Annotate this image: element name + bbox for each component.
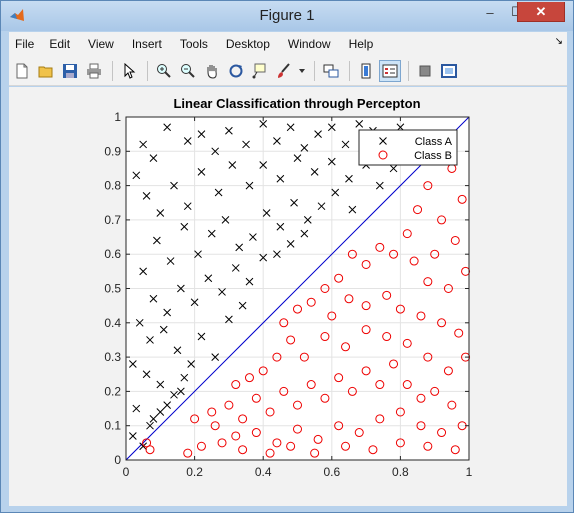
zoom-in-button[interactable] [153, 60, 175, 82]
link-plot-button[interactable] [320, 60, 342, 82]
insert-legend-button[interactable] [379, 59, 401, 82]
minimize-button[interactable]: – [477, 2, 503, 22]
menu-help[interactable]: Help [349, 37, 374, 51]
title-bar[interactable]: Figure 1 – ☐ ✕ [1, 1, 573, 31]
toolbar-separator [408, 60, 409, 81]
x-tick-label: 0.6 [323, 465, 340, 479]
dock-arrow-icon[interactable]: ↘ [555, 36, 563, 47]
y-tick-label: 0.8 [104, 179, 121, 193]
legend-label: Class A [415, 136, 453, 148]
x-tick-label: 0.2 [186, 465, 203, 479]
menu-view[interactable]: View [88, 37, 114, 51]
menu-edit[interactable]: Edit [49, 37, 70, 51]
figure-canvas: Linear Classification through Percepton … [9, 87, 567, 506]
y-tick-label: 0.9 [104, 144, 121, 158]
chart-title: Linear Classification through Percepton [173, 96, 420, 111]
toolbar-separator [147, 60, 148, 81]
legend-label: Class B [414, 150, 452, 162]
figure-window: Figure 1 – ☐ ✕ File Edit View Insert Too… [0, 0, 574, 513]
y-tick-label: 0.3 [104, 350, 121, 364]
y-tick-label: 0.6 [104, 247, 121, 261]
y-tick-label: 0.4 [104, 316, 121, 330]
rotate-3d-icon [229, 64, 243, 77]
brush-button[interactable] [273, 60, 295, 82]
open-file-icon [38, 66, 53, 77]
edit-plot-arrow-icon [124, 62, 136, 79]
brush-dropdown[interactable] [297, 60, 307, 82]
zoom-in-icon [157, 63, 171, 78]
hide-plot-tools-icon [419, 65, 431, 76]
y-tick-label: 0.7 [104, 213, 121, 227]
menu-bar: File Edit View Insert Tools Desktop Wind… [9, 32, 567, 56]
edit-plot-button[interactable] [118, 60, 140, 82]
x-tick-label: 0 [123, 465, 130, 479]
zoom-out-button[interactable] [177, 60, 199, 82]
hide-plot-tools-button[interactable] [414, 60, 436, 82]
show-plot-tools-icon [441, 63, 457, 78]
menu-window[interactable]: Window [288, 37, 331, 51]
save-button[interactable] [59, 60, 81, 82]
print-button[interactable] [83, 60, 105, 82]
insert-colorbar-button[interactable] [355, 60, 377, 82]
new-figure-icon [16, 63, 28, 78]
chevron-down-icon [299, 68, 305, 73]
menu-insert[interactable]: Insert [132, 37, 162, 51]
x-tick-label: 1 [466, 465, 473, 479]
y-tick-label: 0.2 [104, 384, 121, 398]
scatter-chart[interactable]: Linear Classification through Percepton … [9, 87, 567, 506]
close-button[interactable]: ✕ [517, 2, 565, 22]
print-icon [87, 63, 101, 78]
y-tick-label: 0 [114, 453, 121, 467]
toolbar-separator [112, 60, 113, 81]
pan-button[interactable] [201, 60, 223, 82]
insert-colorbar-icon [361, 63, 371, 78]
rotate-3d-button[interactable] [225, 60, 247, 82]
data-cursor-button[interactable] [249, 60, 271, 82]
save-icon [63, 63, 77, 78]
insert-legend-icon [382, 64, 398, 77]
y-tick-label: 0.5 [104, 282, 121, 296]
menu-file[interactable]: File [15, 37, 34, 51]
show-plot-tools-button[interactable] [438, 60, 460, 82]
y-tick-label: 1 [114, 110, 121, 124]
open-file-button[interactable] [35, 60, 57, 82]
link-plot-icon [323, 64, 339, 77]
new-figure-button[interactable] [11, 60, 33, 82]
x-tick-label: 0.4 [255, 465, 272, 479]
menu-desktop[interactable]: Desktop [226, 37, 270, 51]
pan-hand-icon [207, 64, 217, 79]
figure-toolbar [9, 56, 567, 86]
zoom-out-icon [181, 63, 195, 78]
data-cursor-icon [252, 63, 266, 78]
toolbar-separator [349, 60, 350, 81]
y-tick-label: 0.1 [104, 419, 121, 433]
chart-legend[interactable]: Class A Class B [358, 129, 458, 166]
menu-tools[interactable]: Tools [180, 37, 208, 51]
brush-icon [278, 62, 290, 78]
toolbar-separator [314, 60, 315, 81]
x-tick-label: 0.8 [392, 465, 409, 479]
